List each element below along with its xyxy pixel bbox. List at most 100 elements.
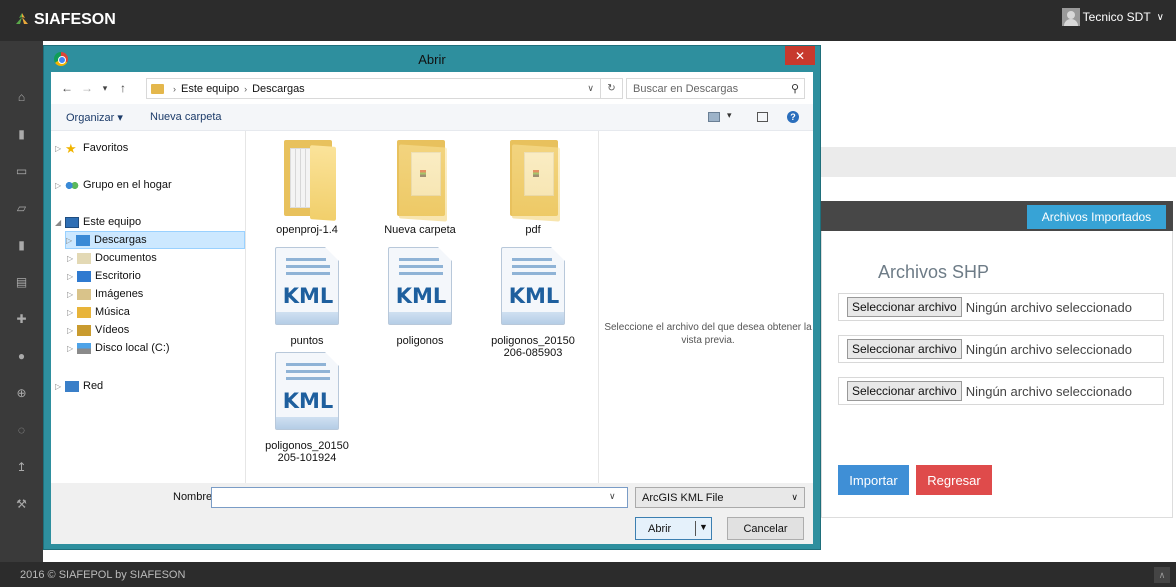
search-input[interactable]: Buscar en Descargas ⚲ <box>626 78 805 99</box>
tree-item-pictures[interactable]: ▷ Imágenes <box>67 285 143 303</box>
file-status: Ningún archivo seleccionado <box>965 341 1132 357</box>
tree-item-desktop[interactable]: ▷ Escritorio <box>67 267 141 285</box>
sidebar-upload-icon[interactable]: ↥ <box>0 448 43 485</box>
kml-file-icon: KML <box>501 247 565 325</box>
preview-message: Seleccione el archivo del que desea obte… <box>604 322 812 346</box>
tree-item-favorites[interactable]: ▷ ★ Favoritos <box>55 139 128 157</box>
sidebar-folder-icon[interactable]: ▭ <box>0 152 43 189</box>
panel-title: Archivos SHP <box>878 262 990 282</box>
tree-item-documents[interactable]: ▷ Documentos <box>67 249 157 267</box>
folder-icon <box>389 136 451 222</box>
brand[interactable]: SIAFESON <box>14 11 116 29</box>
music-icon <box>77 306 91 318</box>
tree-label: Vídeos <box>95 324 130 336</box>
refresh-icon[interactable]: ↻ <box>601 78 623 99</box>
chevron-down-icon: ∨ <box>1156 11 1164 23</box>
avatar <box>1061 8 1080 26</box>
sidebar-circle-icon[interactable]: ● <box>0 337 43 374</box>
file-name: puntos <box>290 335 324 347</box>
kml-file-icon: KML <box>275 247 339 325</box>
file-item-folder[interactable]: openproj-1.4 <box>257 136 357 236</box>
search-icon: ⚲ <box>790 83 799 95</box>
file-input-row: Seleccionar archivo Ningún archivo selec… <box>838 293 1164 321</box>
file-item-kml[interactable]: KML poligonos_20150 206-085903 <box>483 243 583 359</box>
folder-icon <box>151 83 164 94</box>
tree-item-network[interactable]: ▷ Red <box>55 377 103 395</box>
breadcrumb-downloads[interactable]: Descargas <box>252 83 305 95</box>
open-dropdown-icon[interactable]: ▼ <box>699 522 708 532</box>
open-button[interactable]: Abrir ▼ <box>635 517 712 540</box>
folder-icon <box>502 136 564 222</box>
close-button[interactable]: ✕ <box>785 46 815 65</box>
imported-files-button[interactable]: Archivos Importados <box>1027 205 1166 229</box>
back-button[interactable]: Regresar <box>916 465 992 495</box>
forward-arrow-icon[interactable]: → <box>79 80 95 96</box>
videos-icon <box>77 324 91 336</box>
file-name: poligonos <box>396 335 444 347</box>
view-icon[interactable] <box>708 112 720 122</box>
search-placeholder: Buscar en Descargas <box>633 82 739 95</box>
filename-input[interactable] <box>211 487 628 508</box>
select-file-button[interactable]: Seleccionar archivo <box>847 339 962 359</box>
sidebar-puzzle-icon[interactable]: ✚ <box>0 300 43 337</box>
user-name: Tecnico SDT <box>1082 10 1151 24</box>
preview-pane-icon[interactable] <box>757 112 768 122</box>
brand-logo-icon <box>16 13 28 24</box>
tree-item-downloads[interactable]: ▷ Descargas <box>65 231 245 249</box>
file-name: Nueva carpeta <box>384 224 456 236</box>
file-item-kml[interactable]: KML puntos <box>257 243 357 347</box>
sidebar-home-icon[interactable]: ⌂ <box>0 78 43 115</box>
file-name: pdf <box>525 224 541 236</box>
dialog-titlebar[interactable]: Abrir ✕ <box>44 46 820 72</box>
breadcrumb-this-pc[interactable]: Este equipo <box>181 83 239 95</box>
organize-button[interactable]: Organizar ▾ <box>66 111 123 124</box>
address-bar[interactable]: › Este equipo › Descargas ∨ <box>146 78 601 99</box>
file-item-folder[interactable]: pdf <box>483 136 583 236</box>
filename-dropdown-icon[interactable]: ∨ <box>609 491 616 502</box>
sidebar-book2-icon[interactable]: ▮ <box>0 226 43 263</box>
navigation-pane: ▷ ★ Favoritos ▷ Grupo en el hogar ◢ Este … <box>51 131 246 483</box>
recent-dropdown-icon[interactable]: ▾ <box>97 80 113 96</box>
cancel-button[interactable]: Cancelar <box>727 517 804 540</box>
filetype-select[interactable]: ArcGIS KML File ∨ <box>635 487 805 508</box>
tree-label: Favoritos <box>83 142 129 154</box>
tree-label: Descargas <box>94 234 147 246</box>
kml-file-icon: KML <box>388 247 452 325</box>
file-item-kml[interactable]: KML poligonos <box>370 243 470 347</box>
sidebar-book-icon[interactable]: ▮ <box>0 115 43 152</box>
file-item-kml[interactable]: KML poligonos_20150 205-101924 <box>257 348 357 464</box>
scroll-top-icon[interactable]: ∧ <box>1154 567 1170 583</box>
tree-item-local-disk[interactable]: ▷ Disco local (C:) <box>67 339 170 357</box>
command-bar: Organizar ▾ Nueva carpeta ▾ ? <box>51 104 813 131</box>
view-dropdown-icon[interactable]: ▾ <box>727 110 732 121</box>
tree-label: Imágenes <box>95 288 144 300</box>
tree-label: Música <box>95 306 130 318</box>
help-icon[interactable]: ? <box>787 111 799 123</box>
tree-item-videos[interactable]: ▷ Vídeos <box>67 321 129 339</box>
sidebar-spinner-icon[interactable]: ◌ <box>0 411 43 448</box>
sidebar-file-icon[interactable]: ▤ <box>0 263 43 300</box>
sidebar: ⌂ ▮ ▭ ▱ ▮ ▤ ✚ ● ⊕ ◌ ↥ ⚒ <box>0 41 43 562</box>
file-input-row: Seleccionar archivo Ningún archivo selec… <box>838 377 1164 405</box>
sidebar-folder-open-icon[interactable]: ▱ <box>0 189 43 226</box>
address-dropdown-icon[interactable]: ∨ <box>587 83 594 94</box>
import-button[interactable]: Importar <box>838 465 909 495</box>
file-item-folder[interactable]: Nueva carpeta <box>370 136 470 236</box>
preview-pane: Seleccione el archivo del que desea obte… <box>598 131 813 483</box>
new-folder-button[interactable]: Nueva carpeta <box>150 111 222 123</box>
tree-label: Este equipo <box>83 216 142 228</box>
up-arrow-icon[interactable]: ↑ <box>115 80 131 96</box>
sidebar-wrench-icon[interactable]: ⚒ <box>0 485 43 522</box>
select-file-button[interactable]: Seleccionar archivo <box>847 297 962 317</box>
file-status: Ningún archivo seleccionado <box>965 383 1132 399</box>
tree-item-music[interactable]: ▷ Música <box>67 303 130 321</box>
user-menu[interactable]: Tecnico SDT ∨ <box>1061 8 1164 26</box>
dialog-body: ← → ▾ ↑ › Este equipo › Descargas ∨ ↻ Bu… <box>51 72 813 544</box>
tree-item-homegroup[interactable]: ▷ Grupo en el hogar <box>55 176 172 194</box>
select-file-button[interactable]: Seleccionar archivo <box>847 381 962 401</box>
breadcrumb-separator: › <box>244 83 248 94</box>
star-icon: ★ <box>65 140 77 156</box>
tree-item-this-pc[interactable]: ◢ Este equipo <box>55 213 141 231</box>
sidebar-plus-circle-icon[interactable]: ⊕ <box>0 374 43 411</box>
back-arrow-icon[interactable]: ← <box>59 80 75 96</box>
